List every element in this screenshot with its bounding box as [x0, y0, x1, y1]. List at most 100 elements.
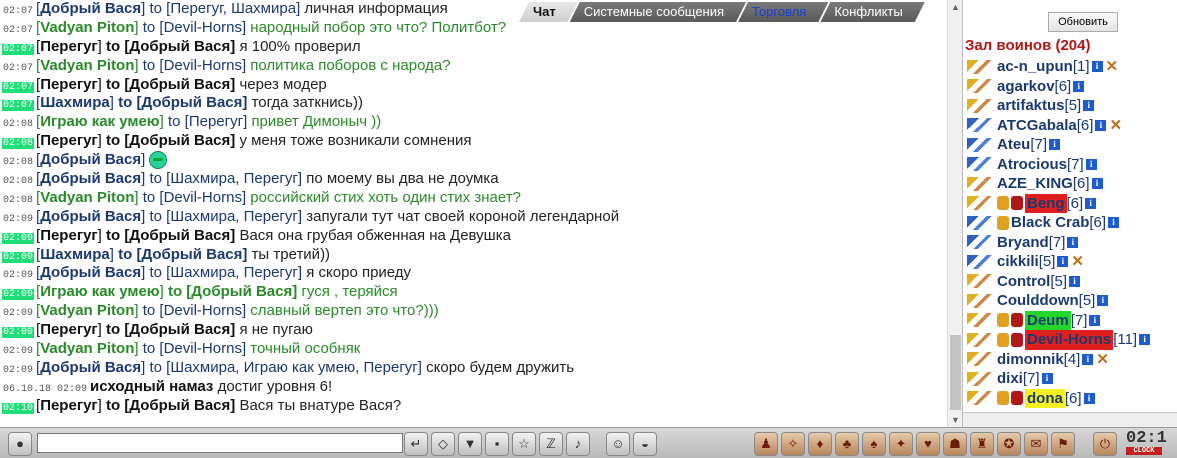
info-icon[interactable]: i — [1082, 353, 1094, 365]
tab-system-messages[interactable]: Системные сообщения — [570, 2, 746, 22]
map-icon[interactable]: ✦ — [889, 432, 913, 456]
sender-name[interactable]: Играю как умею — [40, 283, 159, 300]
recipient-name[interactable]: Добрый Вася — [129, 38, 230, 55]
recipient-name[interactable]: Devil-Horns — [164, 19, 242, 36]
sender-name[interactable]: Vadyan Piton — [40, 340, 134, 357]
flag-icon[interactable]: ⚑ — [1051, 432, 1075, 456]
message-time[interactable]: 02:09 — [2, 346, 34, 357]
user-name[interactable]: Ateu — [997, 135, 1030, 155]
recipient-name[interactable]: Добрый Вася — [129, 132, 230, 149]
smiley-icon[interactable]: ☺ — [606, 432, 630, 456]
info-icon[interactable]: i — [1067, 236, 1079, 248]
recipient-name[interactable]: Перегуг, Шахмира — [170, 0, 296, 17]
sender-name[interactable]: Vadyan Piton — [40, 57, 134, 74]
message-time[interactable]: 02:07 — [2, 81, 35, 93]
clan-badge-icon[interactable] — [997, 196, 1009, 211]
info-icon[interactable]: i — [1097, 295, 1109, 307]
message-time[interactable]: 02:08 — [2, 157, 34, 168]
info-icon[interactable]: i — [1057, 256, 1069, 268]
message-time[interactable]: 02:09 — [2, 214, 34, 225]
user-name[interactable]: Devil-Horns — [1025, 330, 1114, 350]
message-time[interactable]: 02:09 — [2, 327, 35, 339]
magic-icon[interactable]: ✧ — [781, 432, 805, 456]
user-name[interactable]: Atrocious — [997, 155, 1067, 175]
message-time[interactable]: 02:09 — [2, 270, 34, 281]
clan-badge-icon[interactable] — [1011, 391, 1023, 406]
info-icon[interactable]: i — [1083, 100, 1095, 112]
heart-icon[interactable]: ♥ — [916, 432, 940, 456]
translit-icon[interactable]: ℤ — [539, 432, 563, 456]
sender-name[interactable]: Перегуг — [40, 76, 97, 93]
user-name[interactable]: artifaktus — [997, 96, 1065, 116]
sender-name[interactable]: Добрый Вася — [40, 359, 141, 376]
message-time[interactable]: 02:09 — [2, 289, 35, 301]
tab-conflicts[interactable]: Конфликты — [820, 2, 924, 22]
message-time[interactable]: 02:07 — [2, 25, 34, 36]
sender-name[interactable]: Перегуг — [40, 132, 97, 149]
user-name[interactable]: Bryand — [997, 233, 1049, 253]
info-icon[interactable]: i — [1085, 197, 1097, 209]
message-input[interactable] — [37, 433, 403, 453]
recipient-name[interactable]: Шахмира, Перегуг — [170, 264, 298, 281]
user-name[interactable]: dimonnik — [997, 350, 1064, 370]
user-name[interactable]: AZE_KING — [997, 174, 1073, 194]
recipient-name[interactable]: Добрый Вася — [141, 94, 242, 111]
message-time[interactable]: 02:08 — [2, 195, 34, 206]
tab-chat[interactable]: Чат — [519, 2, 578, 22]
friends-icon[interactable]: ☗ — [943, 432, 967, 456]
clan-badge-icon[interactable] — [997, 215, 1009, 230]
user-name[interactable]: ATCGabala — [997, 116, 1077, 136]
message-time[interactable]: 06.10.18 02:09 — [2, 384, 88, 395]
sender-name[interactable]: Перегуг — [40, 321, 97, 338]
user-name[interactable]: dixi — [997, 369, 1023, 389]
scroll-thumb[interactable] — [950, 335, 961, 410]
info-icon[interactable]: i — [1083, 392, 1095, 404]
user-list-scrollbar[interactable] — [963, 412, 1177, 427]
save-icon[interactable]: ▪ — [485, 432, 509, 456]
sender-name[interactable]: Vadyan Piton — [40, 189, 134, 206]
sender-name[interactable]: Vadyan Piton — [40, 19, 134, 36]
scroll-down-icon[interactable]: ▼ — [951, 415, 960, 425]
message-time[interactable]: 02:07 — [2, 63, 34, 74]
chat-scrollbar[interactable]: ▲ ▼ — [947, 0, 963, 427]
info-icon[interactable]: i — [1091, 178, 1103, 190]
message-time[interactable]: 02:08 — [2, 176, 34, 187]
recipient-name[interactable]: Добрый Вася — [129, 76, 230, 93]
sender-name[interactable]: Добрый Вася — [40, 208, 141, 225]
system-username[interactable]: исходный намаз — [90, 378, 213, 395]
sound-icon[interactable]: ♪ — [566, 432, 590, 456]
tab-trade[interactable]: Торговля — [738, 2, 828, 22]
character-icon[interactable]: ♣ — [835, 432, 859, 456]
mail-icon[interactable]: ✉ — [1024, 432, 1048, 456]
message-time[interactable]: 02:09 — [2, 251, 35, 263]
message-time[interactable]: 02:07 — [2, 43, 35, 55]
info-icon[interactable]: i — [1095, 119, 1107, 131]
inventory-icon[interactable]: ♟ — [754, 432, 778, 456]
message-time[interactable]: 02:09 — [2, 232, 35, 244]
refresh-button[interactable]: Обновить — [1048, 12, 1118, 32]
filter-icon[interactable]: ▼ — [458, 432, 482, 456]
recipient-name[interactable]: Перегуг — [189, 113, 243, 130]
user-name[interactable]: agarkov — [997, 77, 1055, 97]
clan-badge-icon[interactable] — [1011, 196, 1023, 211]
message-time[interactable]: 02:07 — [2, 6, 34, 17]
clan-badge-icon[interactable] — [1011, 313, 1023, 328]
sender-name[interactable]: Перегуг — [40, 397, 97, 414]
clan-badge-icon[interactable] — [997, 332, 1009, 347]
info-icon[interactable]: i — [1041, 373, 1053, 385]
recipient-name[interactable]: Шахмира, Перегуг — [170, 208, 298, 225]
user-name[interactable]: cikkili — [997, 252, 1039, 272]
info-icon[interactable]: i — [1085, 158, 1097, 170]
walk-icon[interactable]: ☆ — [512, 432, 536, 456]
info-icon[interactable]: i — [1049, 139, 1061, 151]
message-time[interactable]: 02:10 — [2, 402, 35, 414]
sender-name[interactable]: Шахмира — [40, 246, 110, 263]
recipient-name[interactable]: Добрый Вася — [129, 227, 230, 244]
message-time[interactable]: 02:07 — [2, 100, 35, 112]
recipient-name[interactable]: Шахмира, Перегуг — [170, 170, 298, 187]
recipient-name[interactable]: Добрый Вася — [141, 246, 242, 263]
sender-name[interactable]: Перегуг — [40, 38, 97, 55]
info-icon[interactable]: i — [1108, 217, 1120, 229]
sender-name[interactable]: Vadyan Piton — [40, 302, 134, 319]
scroll-up-icon[interactable]: ▲ — [951, 2, 960, 12]
